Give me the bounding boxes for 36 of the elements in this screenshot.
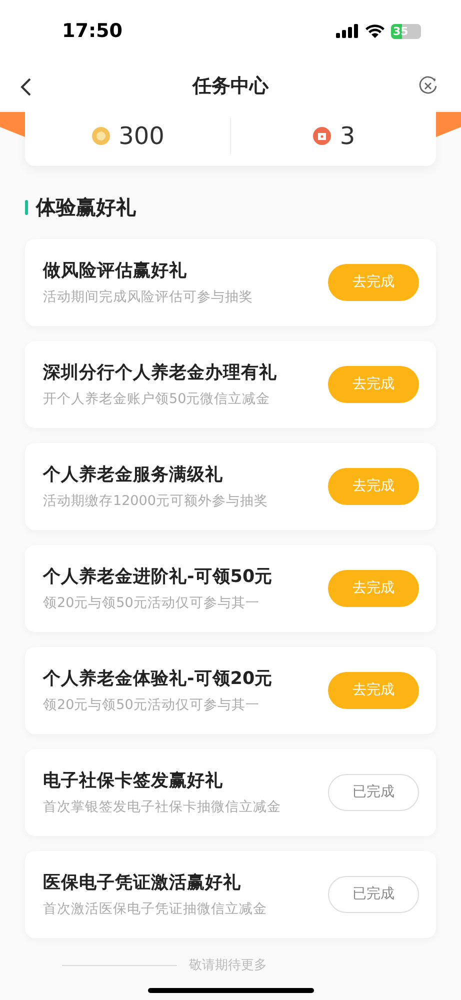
task-title: 个人养老金进阶礼-可领50元 (43, 566, 273, 589)
section-marker (25, 200, 28, 214)
stat-value: 3 (340, 121, 356, 152)
close-icon[interactable] (418, 76, 438, 96)
ticket-icon (312, 126, 332, 146)
task-title: 医保电子凭证激活赢好礼 (43, 872, 242, 895)
status-time: 17:50 (62, 18, 122, 44)
wifi-icon (365, 24, 385, 38)
task-description: 领20元与领50元活动仅可参与其一 (43, 594, 260, 613)
task-description: 领20元与领50元活动仅可参与其一 (43, 696, 260, 715)
go-complete-button[interactable]: 去完成 (328, 468, 419, 505)
task-description: 首次掌银签发电子社保卡抽微信立减金 (43, 798, 281, 817)
footer-text: 敬请期待更多 (189, 957, 267, 975)
task-description: 首次激活医保电子凭证抽微信立减金 (43, 900, 267, 919)
task-title: 深圳分行个人养老金办理有礼 (43, 362, 277, 385)
section-title: 体验赢好礼 (36, 194, 136, 221)
task-description: 开个人养老金账户领50元微信立减金 (43, 390, 272, 409)
signal-icon (336, 24, 359, 38)
go-complete-button[interactable]: 去完成 (328, 570, 419, 607)
coin-icon (90, 126, 111, 146)
task-title: 做风险评估赢好礼 (43, 260, 188, 283)
ribbon-decoration (436, 112, 461, 137)
task-description: 活动期缴存12000元可额外参与抽奖 (43, 492, 268, 511)
task-description: 活动期间完成风险评估可参与抽奖 (43, 288, 253, 307)
task-title: 个人养老金体验礼-可领20元 (43, 668, 273, 691)
task-title: 电子社保卡签发赢好礼 (43, 770, 224, 793)
go-complete-button[interactable]: 去完成 (328, 366, 419, 403)
stat-value: 300 (118, 121, 164, 152)
completed-button[interactable]: 已完成 (328, 774, 419, 811)
ribbon-decoration (0, 112, 25, 137)
back-icon[interactable] (20, 78, 32, 96)
go-complete-button[interactable]: 去完成 (328, 672, 419, 709)
go-complete-button[interactable]: 去完成 (328, 264, 419, 301)
completed-button[interactable]: 已完成 (328, 876, 419, 913)
nav-title: 任务中心 (192, 74, 268, 99)
task-title: 个人养老金服务满级礼 (43, 464, 224, 487)
